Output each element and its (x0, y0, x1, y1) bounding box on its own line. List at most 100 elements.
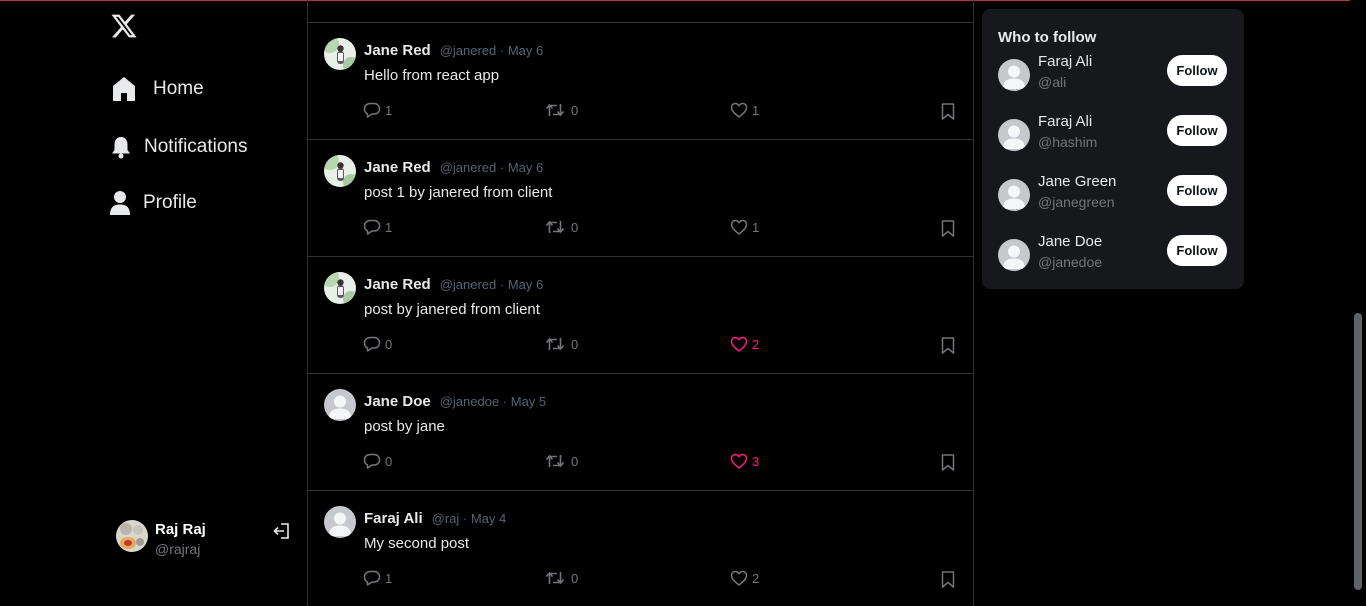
retweet-button[interactable]: 0 (545, 102, 578, 118)
retweet-icon (545, 102, 565, 118)
bookmark-button[interactable] (941, 571, 955, 588)
post-text: post 1 by janered from client (364, 184, 553, 201)
like-button[interactable]: 2 (730, 570, 759, 586)
post-author[interactable]: Jane Red (364, 159, 431, 176)
post-text: My second post (364, 535, 470, 552)
bookmark-icon (941, 220, 955, 237)
post[interactable]: Jane Red @janered · May 6 Hello from react… (308, 23, 973, 140)
post-meta: @janered · May 6 (439, 43, 544, 58)
reply-button[interactable]: 0 (363, 453, 392, 469)
suggested-user: Jane Doe @janedoe Follow (982, 233, 1244, 283)
like-button[interactable]: 2 (730, 336, 759, 352)
retweet-button[interactable]: 0 (545, 336, 578, 352)
retweet-count: 0 (571, 453, 579, 469)
follow-button[interactable]: Follow (1167, 235, 1227, 266)
avatar[interactable] (998, 59, 1030, 91)
avatar[interactable] (324, 389, 356, 421)
logout-icon[interactable] (272, 521, 292, 541)
bell-icon (108, 134, 134, 160)
reply-count: 0 (385, 336, 393, 352)
reply-button[interactable]: 1 (363, 570, 392, 586)
avatar[interactable] (324, 38, 356, 70)
post-author[interactable]: Jane Red (364, 276, 431, 293)
x-logo-icon[interactable] (110, 12, 138, 40)
reply-icon (363, 453, 381, 469)
bookmark-button[interactable] (941, 103, 955, 120)
post[interactable]: Jane Red @janered · May 6 post by janered … (308, 257, 973, 374)
post[interactable]: Jane Doe @janedoe · May 5 post by jane 0 0 3 (308, 374, 973, 491)
suggested-user: Faraj Ali @hashim Follow (982, 113, 1244, 163)
reply-button[interactable]: 1 (363, 219, 392, 235)
like-count: 1 (752, 219, 760, 235)
post-meta: @janered · May 6 (439, 277, 544, 292)
reply-count: 1 (385, 570, 393, 586)
post-text: post by jane (364, 418, 445, 435)
follow-button[interactable]: Follow (1167, 115, 1227, 146)
retweet-button[interactable]: 0 (545, 570, 578, 586)
nav-label-home: Home (153, 78, 204, 99)
bookmark-button[interactable] (941, 337, 955, 354)
post-author[interactable]: Jane Red (364, 42, 431, 59)
post-author[interactable]: Jane Doe (364, 393, 431, 410)
retweet-count: 0 (571, 336, 579, 352)
post-date: May 6 (507, 160, 544, 175)
like-button[interactable]: 1 (730, 219, 759, 235)
reply-count: 1 (385, 102, 393, 118)
retweet-icon (545, 570, 565, 586)
post-meta: @raj · May 4 (431, 511, 507, 526)
bookmark-button[interactable] (941, 220, 955, 237)
reply-icon (363, 102, 381, 118)
reply-count: 0 (385, 453, 393, 469)
suggested-user-name[interactable]: Jane Green (1038, 173, 1116, 190)
avatar[interactable] (324, 155, 356, 187)
post-meta: @janedoe · May 5 (439, 394, 547, 409)
avatar[interactable] (324, 506, 356, 538)
avatar[interactable] (998, 179, 1030, 211)
suggested-user-name[interactable]: Jane Doe (1038, 233, 1102, 250)
post[interactable]: Faraj Ali @raj · May 4 My second post 1 0 2 (308, 491, 973, 606)
follow-button[interactable]: Follow (1167, 175, 1227, 206)
heart-icon (730, 219, 748, 235)
reply-icon (363, 570, 381, 586)
suggested-user-handle: @ali (1038, 74, 1067, 90)
suggested-user: Jane Green @janegreen Follow (982, 173, 1244, 223)
like-count: 1 (752, 102, 760, 118)
post-author[interactable]: Faraj Ali (364, 510, 423, 527)
like-button[interactable]: 1 (730, 102, 759, 118)
heart-icon (730, 453, 748, 469)
retweet-count: 0 (571, 570, 579, 586)
avatar[interactable] (998, 239, 1030, 271)
like-button[interactable]: 3 (730, 453, 759, 469)
suggested-user-name[interactable]: Faraj Ali (1038, 53, 1092, 70)
nav-item-profile[interactable]: Profile (107, 190, 197, 216)
retweet-button[interactable]: 0 (545, 453, 578, 469)
suggested-user-name[interactable]: Faraj Ali (1038, 113, 1092, 130)
current-user-card[interactable]: Raj Raj @rajraj (116, 519, 296, 559)
reply-button[interactable]: 0 (363, 336, 392, 352)
heart-icon (730, 570, 748, 586)
post-handle: @janered (439, 160, 497, 175)
post-date: May 6 (507, 277, 544, 292)
suggested-user: Faraj Ali @ali Follow (982, 53, 1244, 103)
avatar[interactable] (324, 272, 356, 304)
post[interactable]: Jane Red @janered · May 6 post 1 by janere… (308, 140, 973, 257)
nav-item-notifications[interactable]: Notifications (108, 134, 248, 160)
bookmark-icon (941, 103, 955, 120)
post-date: May 6 (507, 43, 544, 58)
nav-item-home[interactable]: Home (111, 76, 204, 102)
post-handle: @janedoe (439, 394, 500, 409)
who-to-follow-title: Who to follow (998, 29, 1097, 46)
home-icon (111, 76, 137, 102)
avatar[interactable] (998, 119, 1030, 151)
left-sidebar: Home Notifications Profile Raj Raj @rajr… (0, 0, 307, 606)
heart-icon (730, 336, 748, 352)
bookmark-icon (941, 571, 955, 588)
bookmark-button[interactable] (941, 454, 955, 471)
retweet-button[interactable]: 0 (545, 219, 578, 235)
scrollbar[interactable] (1350, 0, 1366, 606)
reply-button[interactable]: 1 (363, 102, 392, 118)
follow-button[interactable]: Follow (1167, 55, 1227, 86)
scrollbar-thumb[interactable] (1354, 313, 1362, 590)
current-user-handle: @rajraj (155, 541, 201, 557)
current-user-name: Raj Raj (155, 521, 206, 538)
